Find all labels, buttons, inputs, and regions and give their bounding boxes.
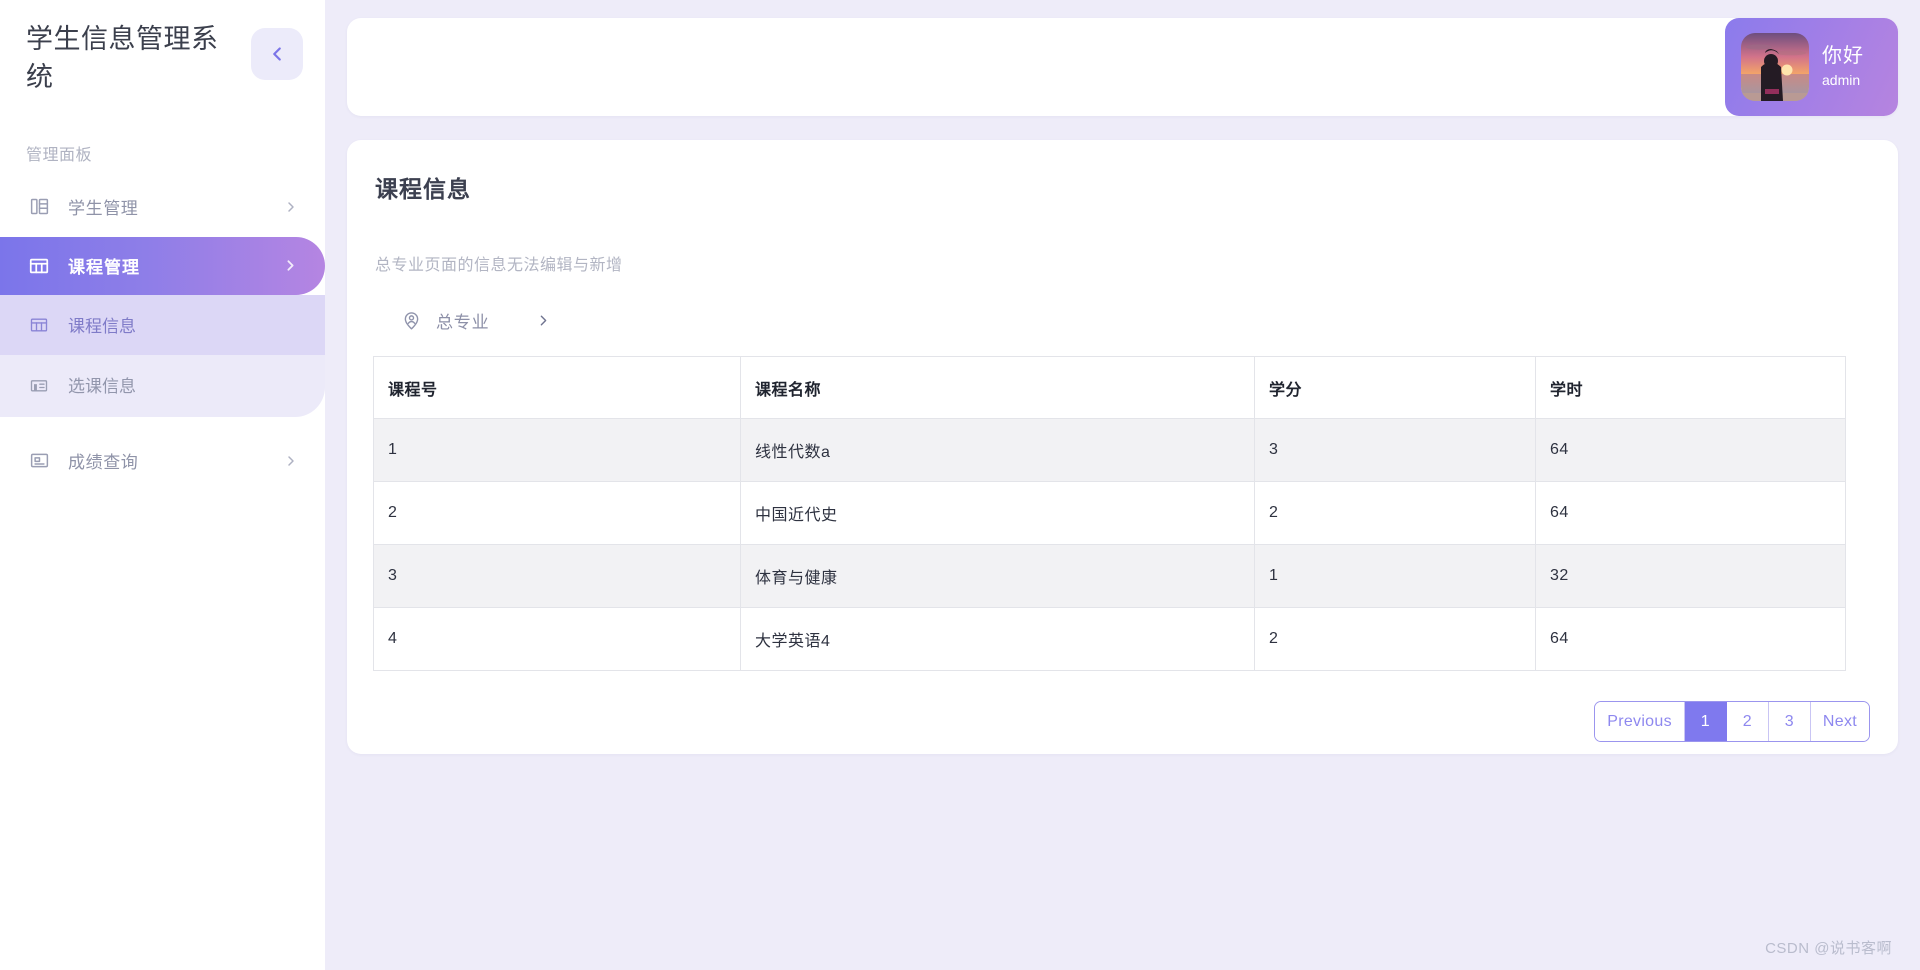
sidebar-item-course-management[interactable]: 课程管理 bbox=[0, 236, 325, 295]
chart-card-icon bbox=[26, 375, 52, 395]
pagination: Previous 1 2 3 Next bbox=[1594, 701, 1870, 742]
pagination-wrapper: Previous 1 2 3 Next bbox=[373, 701, 1872, 742]
course-table: 课程号 课程名称 学分 学时 1 线性代数a 3 64 2 中国近代史 2 64… bbox=[373, 356, 1846, 671]
pagination-next[interactable]: Next bbox=[1810, 702, 1869, 741]
sidebar-collapse-button[interactable] bbox=[251, 28, 303, 80]
cell-course-name: 线性代数a bbox=[740, 418, 1255, 482]
app-root: 学生信息管理系统 管理面板 学生管理 课程管理 课程信息 选课信息 成绩查询 你… bbox=[0, 0, 1920, 970]
app-title: 学生信息管理系统 bbox=[26, 24, 219, 93]
cell-hours: 64 bbox=[1535, 481, 1846, 545]
sidebar-item-label: 课程管理 bbox=[68, 258, 140, 278]
cell-course-id: 3 bbox=[373, 544, 741, 608]
column-header-hours: 学时 bbox=[1535, 356, 1846, 419]
table-row[interactable]: 2 中国近代史 2 64 bbox=[373, 481, 1846, 545]
table-icon bbox=[26, 315, 52, 335]
cell-course-id: 4 bbox=[373, 607, 741, 671]
table-row[interactable]: 3 体育与健康 1 32 bbox=[373, 544, 1846, 608]
sidebar-subitem-label: 课程信息 bbox=[68, 317, 136, 337]
column-header-course-name: 课程名称 bbox=[740, 356, 1255, 419]
pagination-page-1[interactable]: 1 bbox=[1684, 702, 1727, 741]
cell-credits: 3 bbox=[1254, 418, 1536, 482]
table-head: 课程号 课程名称 学分 学时 bbox=[373, 356, 1846, 419]
pagination-page-2[interactable]: 2 bbox=[1726, 702, 1769, 741]
cell-credits: 1 bbox=[1254, 544, 1536, 608]
sidebar-item-label: 学生管理 bbox=[68, 199, 139, 219]
watermark: CSDN @说书客啊 bbox=[1765, 940, 1892, 957]
user-profile-card[interactable]: 你好 admin bbox=[1725, 18, 1898, 116]
breadcrumb-item-major[interactable]: 总专业 bbox=[436, 308, 489, 333]
chevron-right-icon bbox=[282, 257, 299, 274]
breadcrumb: 总专业 bbox=[373, 303, 1872, 337]
user-name: admin bbox=[1822, 72, 1861, 89]
cell-course-name: 大学英语4 bbox=[740, 607, 1255, 671]
sidebar-subitem-label: 选课信息 bbox=[68, 377, 136, 397]
chevron-right-icon bbox=[283, 199, 299, 215]
sidebar-item-enrollment-info[interactable]: 选课信息 bbox=[0, 355, 325, 415]
chevron-right-icon bbox=[283, 453, 299, 469]
sidebar-item-grade-query[interactable]: 成绩查询 bbox=[0, 431, 325, 491]
column-header-course-id: 课程号 bbox=[373, 356, 741, 419]
user-text-block: 你好 admin bbox=[1822, 44, 1864, 90]
sidebar-item-student-management[interactable]: 学生管理 bbox=[0, 177, 325, 237]
user-greeting: 你好 bbox=[1822, 45, 1864, 68]
table-row[interactable]: 4 大学英语4 2 64 bbox=[373, 607, 1846, 671]
table-body: 1 线性代数a 3 64 2 中国近代史 2 64 3 体育与健康 1 32 4… bbox=[373, 418, 1846, 671]
cell-hours: 64 bbox=[1535, 418, 1846, 482]
cell-course-name: 体育与健康 bbox=[740, 544, 1255, 608]
cell-credits: 2 bbox=[1254, 481, 1536, 545]
sidebar-brand-row: 学生信息管理系统 bbox=[0, 14, 325, 97]
top-bar: 你好 admin bbox=[347, 18, 1898, 116]
table-row[interactable]: 1 线性代数a 3 64 bbox=[373, 418, 1846, 482]
pagination-previous[interactable]: Previous bbox=[1595, 702, 1685, 741]
sidebar-item-label: 成绩查询 bbox=[68, 453, 139, 473]
cell-course-id: 1 bbox=[373, 418, 741, 482]
sidebar-nav: 学生管理 课程管理 课程信息 选课信息 成绩查询 bbox=[0, 177, 325, 491]
cell-hours: 32 bbox=[1535, 544, 1846, 608]
cell-course-id: 2 bbox=[373, 481, 741, 545]
location-pin-user-icon bbox=[401, 310, 422, 331]
cell-hours: 64 bbox=[1535, 607, 1846, 671]
content-card: 课程信息 总专业页面的信息无法编辑与新增 总专业 课程号 课程名称 学分 学时 … bbox=[347, 140, 1898, 754]
main-area: 你好 admin 课程信息 总专业页面的信息无法编辑与新增 总专业 课程号 课程… bbox=[325, 0, 1920, 970]
sidebar-section-label: 管理面板 bbox=[26, 146, 93, 164]
sidebar: 学生信息管理系统 管理面板 学生管理 课程管理 课程信息 选课信息 成绩查询 bbox=[0, 0, 325, 970]
table-header-row: 课程号 课程名称 学分 学时 bbox=[373, 356, 1846, 419]
sidebar-submenu-course: 课程信息 选课信息 bbox=[0, 294, 325, 417]
pagination-page-3[interactable]: 3 bbox=[1768, 702, 1811, 741]
sidebar-item-course-info[interactable]: 课程信息 bbox=[0, 294, 325, 355]
avatar bbox=[1741, 33, 1809, 101]
column-header-credits: 学分 bbox=[1254, 356, 1536, 419]
id-card-icon bbox=[26, 450, 52, 471]
cell-credits: 2 bbox=[1254, 607, 1536, 671]
books-icon bbox=[26, 196, 52, 217]
chevron-right-icon[interactable] bbox=[535, 312, 552, 329]
page-title: 课程信息 bbox=[375, 176, 471, 202]
page-description: 总专业页面的信息无法编辑与新增 bbox=[375, 257, 623, 274]
table-icon bbox=[26, 255, 52, 277]
sunset-beach-avatar-icon bbox=[1741, 33, 1809, 101]
chevron-left-icon bbox=[266, 43, 288, 65]
cell-course-name: 中国近代史 bbox=[740, 481, 1255, 545]
